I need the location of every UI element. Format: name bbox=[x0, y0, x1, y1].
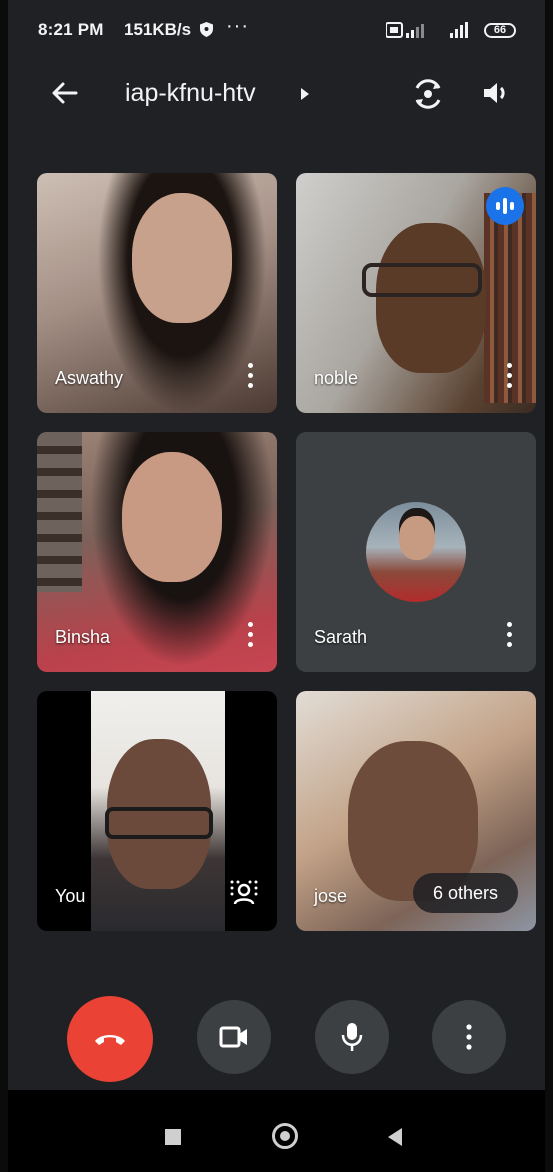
participant-face bbox=[376, 223, 486, 373]
avatar bbox=[366, 502, 466, 602]
participant-name: jose bbox=[314, 886, 348, 906]
camera-toggle-button[interactable] bbox=[197, 1000, 271, 1074]
microphone-icon bbox=[341, 1023, 363, 1051]
more-options-button[interactable] bbox=[432, 1000, 506, 1074]
participant-face bbox=[122, 452, 222, 582]
microphone-toggle-button[interactable] bbox=[315, 1000, 389, 1074]
audio-level-icon bbox=[486, 187, 524, 225]
sim-signal-icon bbox=[386, 22, 424, 38]
participant-glasses bbox=[362, 263, 482, 297]
participant-tile[interactable]: jose 6 others bbox=[296, 691, 536, 931]
video-camera-icon bbox=[219, 1026, 247, 1048]
participant-glasses bbox=[105, 807, 213, 839]
more-vert-icon[interactable] bbox=[247, 622, 253, 648]
meeting-code[interactable]: iap-kfnu-htv bbox=[125, 79, 256, 108]
status-network-speed: 151KB/s bbox=[124, 20, 192, 39]
participant-tile[interactable]: Sarath bbox=[296, 432, 536, 672]
recents-square-icon[interactable] bbox=[165, 1129, 181, 1145]
speaker-icon[interactable] bbox=[480, 77, 512, 109]
more-vert-icon[interactable] bbox=[247, 363, 253, 389]
more-vert-icon bbox=[466, 1024, 472, 1050]
hang-up-icon bbox=[95, 1035, 125, 1045]
status-bar: 8:21 PM 151KB/s ··· 66 bbox=[8, 0, 545, 62]
participant-name: You bbox=[55, 886, 86, 906]
self-view-tile[interactable]: You bbox=[37, 691, 277, 931]
participant-tile[interactable]: Binsha bbox=[37, 432, 277, 672]
home-circle-icon[interactable] bbox=[272, 1123, 298, 1149]
more-vert-icon[interactable] bbox=[506, 622, 512, 648]
participant-tile[interactable]: noble bbox=[296, 173, 536, 413]
status-right-group: 66 bbox=[386, 20, 516, 40]
back-triangle-icon[interactable] bbox=[388, 1128, 402, 1146]
participant-tile[interactable]: Aswathy bbox=[37, 173, 277, 413]
caret-right-icon[interactable] bbox=[300, 88, 310, 100]
app-frame: 8:21 PM 151KB/s ··· 66 iap-kfnu-htv Aswa bbox=[8, 0, 545, 1172]
participant-name: Sarath bbox=[314, 627, 368, 647]
call-controls bbox=[8, 996, 545, 1090]
status-overflow: ··· bbox=[226, 15, 249, 37]
more-vert-icon[interactable] bbox=[506, 363, 512, 389]
participant-face bbox=[132, 193, 232, 323]
others-count-chip[interactable]: 6 others bbox=[412, 873, 518, 913]
switch-camera-icon[interactable] bbox=[410, 76, 446, 112]
end-call-button[interactable] bbox=[67, 996, 153, 1082]
status-time: 8:21 PM bbox=[38, 20, 104, 39]
video-feed bbox=[37, 432, 82, 592]
participant-name: Binsha bbox=[55, 627, 111, 647]
shield-icon bbox=[200, 22, 213, 37]
background-blur-icon[interactable] bbox=[229, 879, 259, 909]
participant-name: noble bbox=[314, 368, 359, 388]
participant-name: Aswathy bbox=[55, 368, 124, 388]
back-arrow-icon[interactable] bbox=[48, 76, 82, 110]
signal-icon bbox=[450, 22, 468, 38]
meeting-header: iap-kfnu-htv bbox=[8, 62, 545, 124]
system-navigation-bar bbox=[8, 1090, 545, 1172]
battery-icon: 66 bbox=[484, 22, 516, 38]
